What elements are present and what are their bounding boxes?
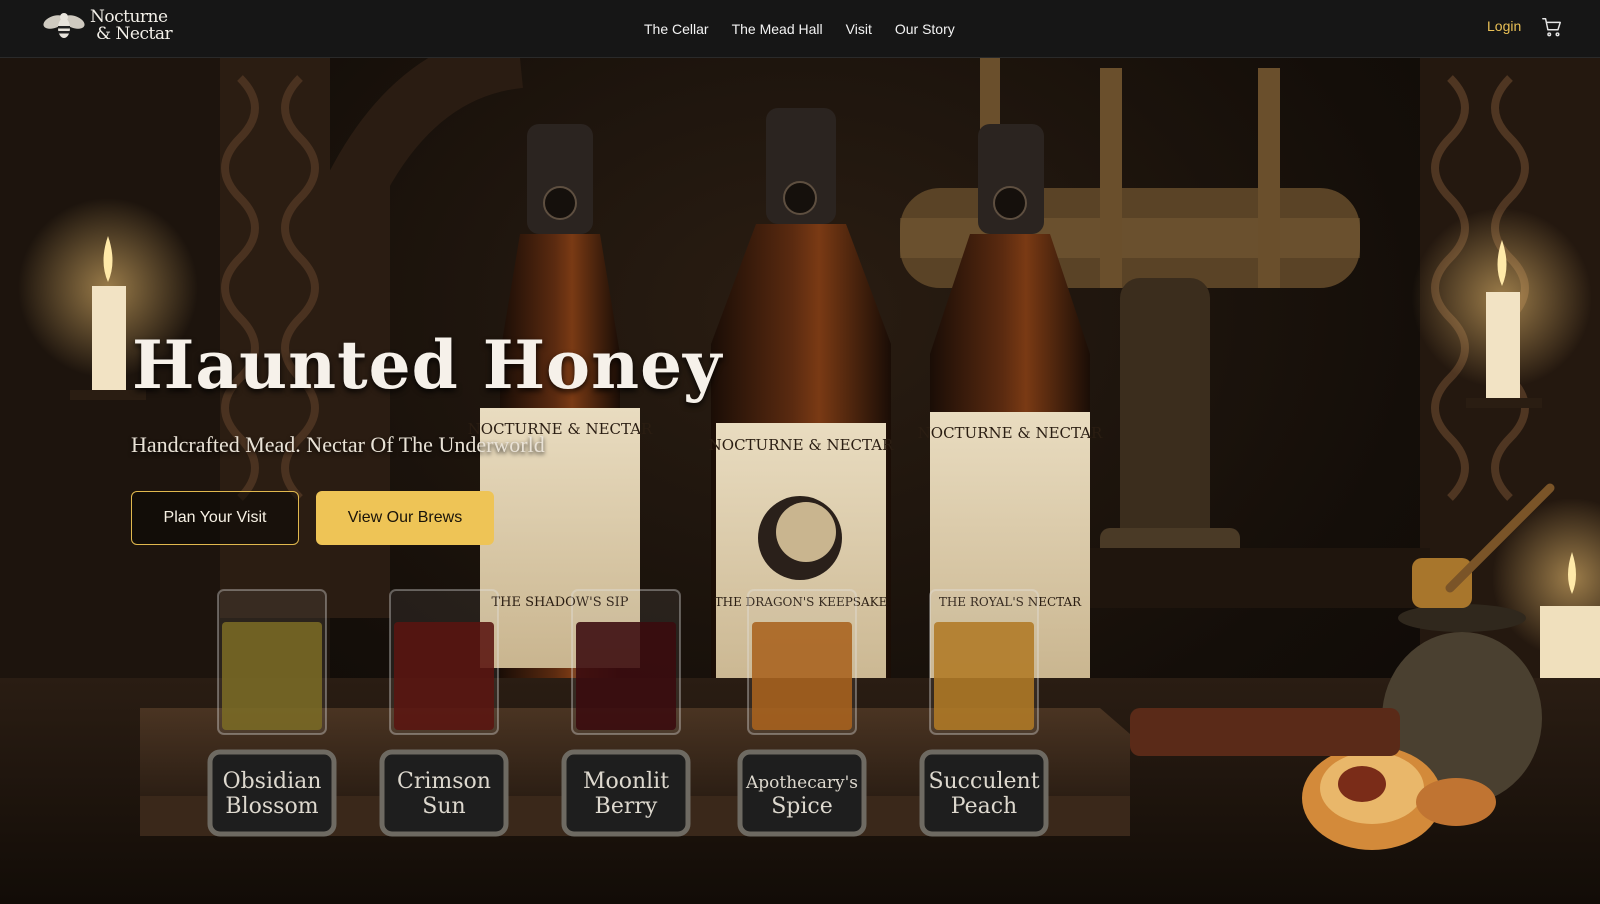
flight-glass-1: ObsidianBlossom <box>207 589 337 837</box>
nav-link-our-story[interactable]: Our Story <box>895 21 955 37</box>
bee-icon <box>43 13 85 38</box>
flight-glass-4: Apothecary'sSpice <box>737 589 867 837</box>
flight-label-1-line2: Blossom <box>225 794 318 819</box>
tasting-flight: ObsidianBlossom CrimsonSun MoonlitBerry Apo… <box>207 589 1049 837</box>
main-nav: The Cellar The Mead Hall Visit Our Story <box>644 0 955 58</box>
nav-link-the-mead-hall[interactable]: The Mead Hall <box>732 21 823 37</box>
plan-your-visit-button[interactable]: Plan Your Visit <box>131 491 299 545</box>
flight-label-3-line1: Moonlit <box>583 769 669 794</box>
brand-logo-link[interactable]: Nocturne & Nectar <box>42 7 173 44</box>
nav-link-visit[interactable]: Visit <box>846 21 872 37</box>
flight-glass-2: CrimsonSun <box>379 589 509 837</box>
cart-icon[interactable] <box>1541 16 1563 38</box>
view-our-brews-button[interactable]: View Our Brews <box>316 491 494 545</box>
flight-glass-3: MoonlitBerry <box>561 589 691 837</box>
flight-label-2-line2: Sun <box>422 794 465 819</box>
flight-label-1-line1: Obsidian <box>223 769 322 794</box>
hero-section: NOCTURNE & NECTAR THE SHADOW'S SIP NOCTU… <box>0 58 1600 904</box>
flight-label-3-line2: Berry <box>595 794 658 819</box>
login-link[interactable]: Login <box>1487 18 1521 34</box>
flight-plaque-4 <box>737 749 867 837</box>
nav-link-the-cellar[interactable]: The Cellar <box>644 21 709 37</box>
flight-label-4-line2: Spice <box>771 794 833 819</box>
flight-label-5-line2: Peach <box>951 794 1017 819</box>
hero-subtitle: Handcrafted Mead. Nectar Of The Underwor… <box>131 432 545 457</box>
hero-title: Haunted Honey <box>132 326 723 404</box>
flight-label-2-line1: Crimson <box>397 769 491 794</box>
top-navbar: Nocturne & Nectar The Cellar The Mead Ha… <box>0 0 1600 58</box>
flight-glass-5: SucculentPeach <box>919 589 1049 837</box>
flight-label-5-line1: Succulent <box>928 769 1039 794</box>
brand-name: Nocturne & Nectar <box>90 7 173 44</box>
flight-label-4-line1: Apothecary's <box>745 773 858 793</box>
